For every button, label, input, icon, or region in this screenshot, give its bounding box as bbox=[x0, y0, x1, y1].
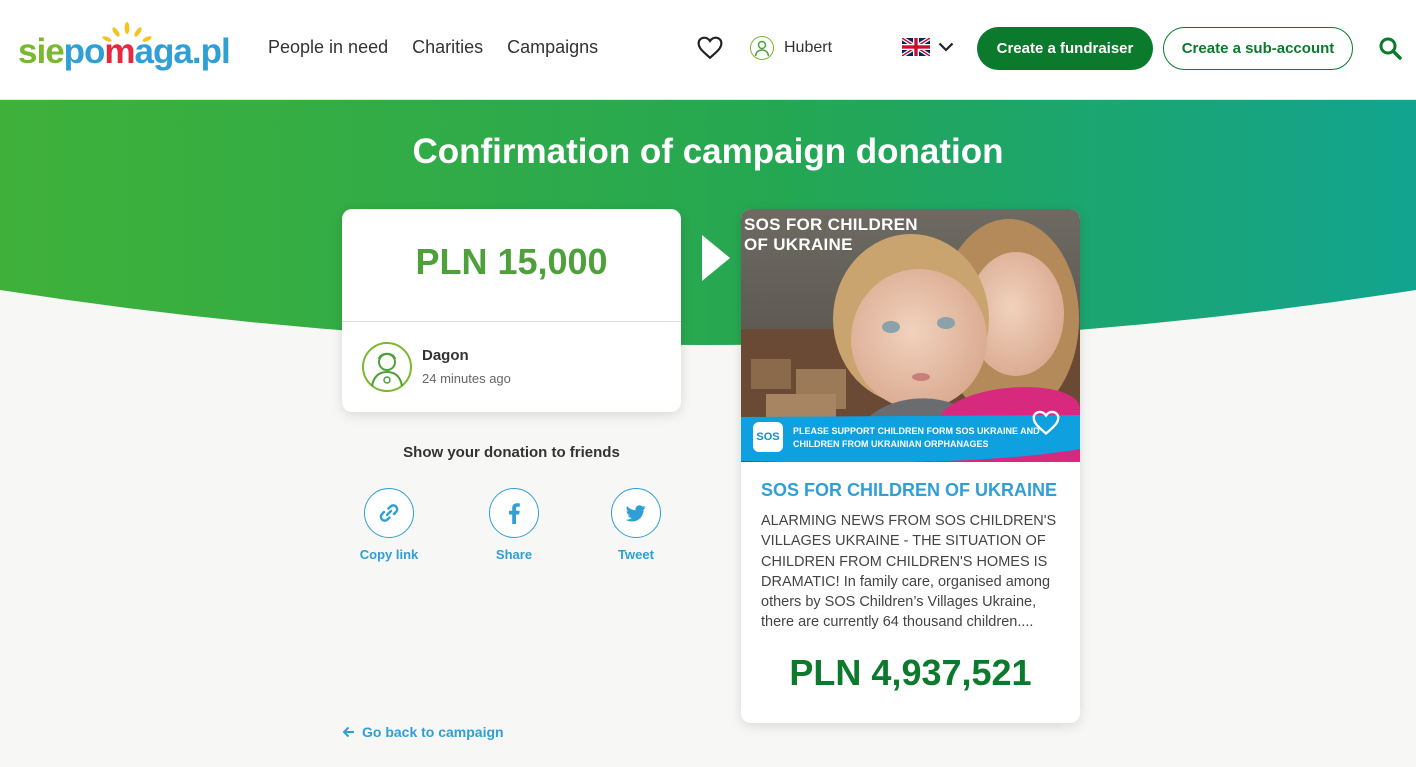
arrow-left-icon bbox=[342, 726, 354, 738]
play-arrow-icon bbox=[702, 235, 730, 281]
donation-time: 24 minutes ago bbox=[422, 371, 511, 386]
logo-part-2: po bbox=[63, 32, 106, 71]
twitter-share-button[interactable]: Tweet bbox=[591, 488, 681, 562]
create-sub-account-button[interactable]: Create a sub-account bbox=[1163, 27, 1353, 70]
heart-icon[interactable] bbox=[697, 36, 723, 60]
donor-avatar bbox=[362, 342, 412, 392]
sos-logo-icon: SOS bbox=[753, 422, 783, 452]
site-header: siepomaga.pl People in need Charities Ca… bbox=[0, 0, 1416, 100]
copy-link-button[interactable]: Copy link bbox=[344, 488, 434, 562]
heart-icon[interactable] bbox=[1032, 410, 1060, 436]
twitter-icon bbox=[611, 488, 661, 538]
nav-campaigns[interactable]: Campaigns bbox=[507, 37, 598, 58]
page-title: Confirmation of campaign donation bbox=[412, 132, 1004, 171]
campaign-description: ALARMING NEWS FROM SOS CHILDREN'S VILLAG… bbox=[761, 513, 1057, 631]
logo-part-3: m bbox=[104, 32, 135, 71]
campaign-image-title: SOS FOR CHILDREN OF UKRAINE bbox=[744, 215, 918, 254]
search-icon[interactable] bbox=[1378, 36, 1402, 60]
create-fundraiser-button[interactable]: Create a fundraiser bbox=[977, 27, 1153, 70]
facebook-share-button[interactable]: Share bbox=[469, 488, 559, 562]
campaign-image-strip-text: PLEASE SUPPORT CHILDREN FORM SOS UKRAINE… bbox=[793, 426, 1040, 449]
language-selector[interactable] bbox=[902, 38, 954, 56]
copy-link-label: Copy link bbox=[359, 547, 419, 562]
logo-part-1: sie bbox=[18, 32, 65, 71]
donor-name: Dagon bbox=[422, 347, 469, 364]
logo-part-4: aga.pl bbox=[134, 32, 231, 71]
user-menu[interactable]: Hubert bbox=[750, 36, 832, 60]
uk-flag-icon bbox=[902, 38, 930, 56]
back-to-campaign-link[interactable]: Go back to campaign bbox=[342, 724, 504, 740]
link-icon bbox=[364, 488, 414, 538]
campaign-amount: PLN 4,937,521 bbox=[789, 652, 1032, 693]
share-label: Share bbox=[495, 547, 533, 562]
back-link-label: Go back to campaign bbox=[362, 724, 504, 740]
divider bbox=[342, 321, 681, 322]
main-nav: People in need Charities Campaigns bbox=[268, 37, 598, 58]
nav-people-in-need[interactable]: People in need bbox=[268, 37, 388, 58]
chevron-down-icon bbox=[938, 42, 954, 52]
site-logo[interactable]: siepomaga.pl bbox=[18, 22, 233, 78]
campaign-card[interactable]: SOS FOR CHILDREN OF UKRAINE SOS PLEASE S… bbox=[741, 209, 1080, 723]
share-title: Show your donation to friends bbox=[403, 444, 620, 461]
tweet-label: Tweet bbox=[618, 547, 654, 562]
user-avatar-icon bbox=[750, 36, 774, 60]
user-name: Hubert bbox=[784, 39, 833, 56]
nav-charities[interactable]: Charities bbox=[412, 37, 483, 58]
campaign-title[interactable]: SOS FOR CHILDREN OF UKRAINE bbox=[761, 480, 1057, 501]
donation-amount: PLN 15,000 bbox=[415, 241, 608, 282]
donation-card: PLN 15,000 Dagon 24 minutes ago bbox=[342, 209, 681, 412]
facebook-icon bbox=[489, 488, 539, 538]
